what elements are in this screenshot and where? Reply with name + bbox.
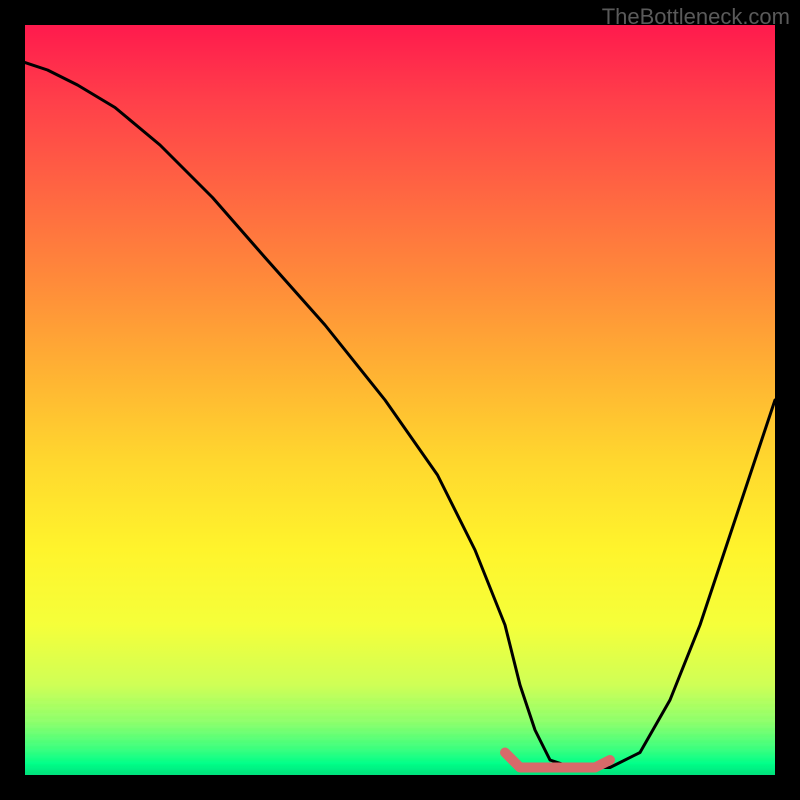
optimal-zone-path xyxy=(505,753,610,768)
watermark-text: TheBottleneck.com xyxy=(602,4,790,30)
curve-svg xyxy=(25,25,775,775)
bottleneck-curve-path xyxy=(25,63,775,768)
chart-container: TheBottleneck.com xyxy=(0,0,800,800)
plot-area xyxy=(25,25,775,775)
